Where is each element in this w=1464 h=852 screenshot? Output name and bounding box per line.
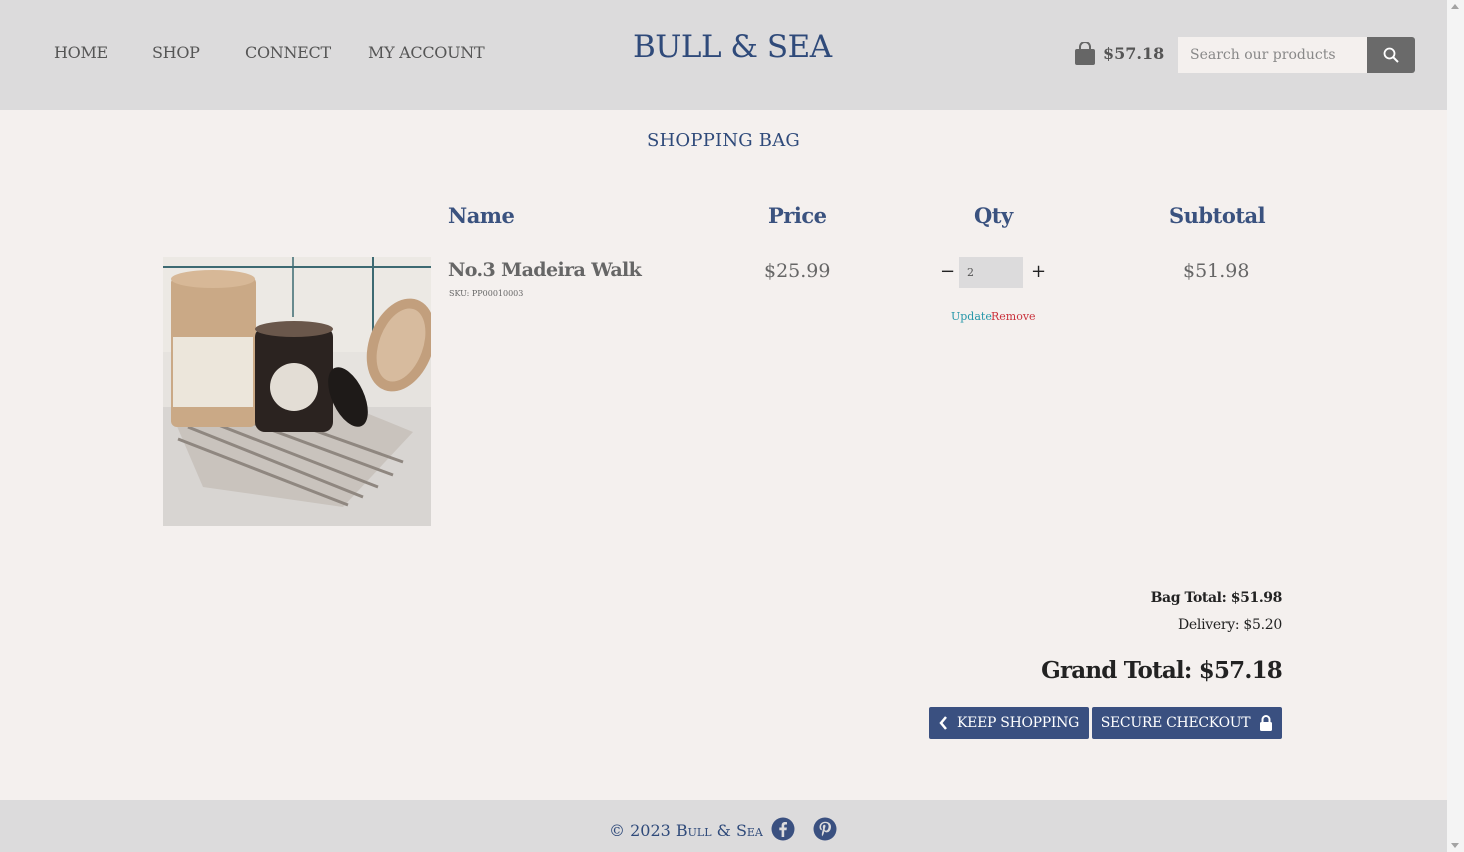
product-sku: SKU: PP00010003	[449, 289, 524, 298]
keep-shopping-label: KEEP SHOPPING	[957, 715, 1079, 731]
search-form	[1178, 37, 1415, 73]
search-icon	[1383, 47, 1399, 63]
grand-total: Grand Total: $57.18	[1041, 657, 1283, 684]
search-button[interactable]	[1367, 37, 1415, 73]
product-name[interactable]: No.3 Madeira Walk	[448, 259, 642, 281]
page-title: SHOPPING BAG	[647, 130, 800, 151]
shopping-bag-link[interactable]: $57.18	[1075, 42, 1164, 65]
product-subtotal: $51.98	[1183, 260, 1250, 282]
remove-item-link[interactable]: Remove	[991, 310, 1036, 323]
column-header-name: Name	[448, 203, 515, 228]
column-header-subtotal: Subtotal	[1169, 203, 1266, 228]
vertical-scrollbar[interactable]	[1447, 0, 1464, 852]
nav-connect-link[interactable]: CONNECT	[245, 43, 331, 62]
bag-total: Bag Total: $51.98	[1150, 590, 1283, 606]
product-photo-candle	[163, 257, 431, 526]
delivery-cost: Delivery: $5.20	[1177, 617, 1282, 633]
nav-shop-link[interactable]: SHOP	[152, 43, 200, 62]
nav-my-account-link[interactable]: MY ACCOUNT	[368, 43, 485, 62]
copyright-text: © 2023 Bull & Sea	[609, 821, 763, 840]
site-logo[interactable]: BULL & SEA	[633, 29, 832, 65]
chevron-left-icon	[939, 716, 947, 730]
secure-checkout-label: SECURE CHECKOUT	[1100, 715, 1251, 731]
pinterest-icon[interactable]	[813, 817, 837, 841]
qty-decrement-button[interactable]: −	[940, 261, 955, 282]
scroll-down-arrow-icon[interactable]	[1451, 843, 1459, 848]
product-price: $25.99	[764, 260, 831, 282]
qty-input[interactable]	[959, 257, 1023, 288]
search-input[interactable]	[1178, 37, 1367, 73]
qty-increment-button[interactable]: +	[1031, 261, 1046, 282]
column-header-price: Price	[768, 203, 827, 228]
update-item-link[interactable]: Update	[951, 310, 992, 323]
shopping-bag-icon	[1075, 42, 1095, 65]
bag-total-amount: $57.18	[1103, 44, 1165, 63]
keep-shopping-button[interactable]: KEEP SHOPPING	[929, 707, 1089, 739]
site-footer: © 2023 Bull & Sea	[0, 800, 1447, 852]
lock-icon	[1260, 715, 1273, 731]
facebook-icon[interactable]	[771, 817, 795, 841]
site-header: HOME SHOP CONNECT MY ACCOUNT BULL & SEA …	[0, 0, 1447, 110]
column-header-qty: Qty	[974, 203, 1013, 228]
nav-home-link[interactable]: HOME	[54, 43, 108, 62]
product-image[interactable]	[163, 257, 431, 526]
scroll-up-arrow-icon[interactable]	[1451, 4, 1459, 9]
secure-checkout-button[interactable]: SECURE CHECKOUT	[1092, 707, 1282, 739]
